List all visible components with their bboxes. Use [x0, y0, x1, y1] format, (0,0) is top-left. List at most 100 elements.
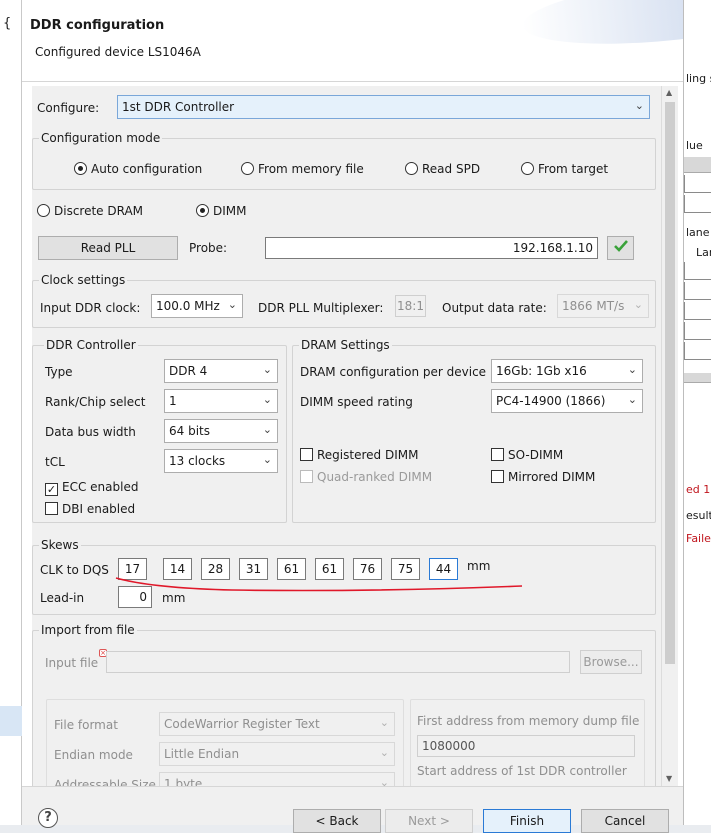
rank-chip-select[interactable]: 1 ⌄: [164, 389, 278, 413]
file-format-subgroup: File format CodeWarrior Register Text ⌄ E…: [46, 699, 404, 786]
dialog-subtitle: Configured device LS1046A: [35, 45, 201, 59]
tcl-label: tCL: [45, 455, 65, 469]
chevron-down-icon: ⌄: [634, 99, 644, 112]
tcl-select[interactable]: 13 clocks ⌄: [164, 449, 278, 473]
input-ddr-clock-value: 100.0 MHz: [156, 299, 220, 313]
dialog-footer: ? < Back Next > Finish Cancel: [22, 786, 683, 833]
radio-empty-icon: [241, 162, 254, 175]
bg-table-cell: [684, 302, 711, 320]
ddr-config-dialog: DDR configuration Configured device LS10…: [22, 0, 683, 833]
checkbox-empty-icon: [300, 448, 313, 461]
chevron-down-icon: ⌄: [627, 393, 637, 406]
type-select[interactable]: DDR 4 ⌄: [164, 359, 278, 383]
rank-chip-select-label: Rank/Chip select: [45, 395, 146, 409]
dimm-speed-rating-label: DIMM speed rating: [300, 395, 413, 409]
chevron-down-icon: ⌄: [262, 363, 272, 376]
import-from-file-group: Import from file Input file × Browse... …: [32, 623, 656, 786]
chevron-down-icon: ⌄: [379, 716, 389, 729]
import-from-file-title: Import from file: [39, 623, 137, 637]
radio-empty-icon: [405, 162, 418, 175]
input-ddr-clock-select[interactable]: 100.0 MHz ⌄: [151, 294, 243, 318]
config-mode-title: Configuration mode: [39, 131, 163, 145]
radio-discrete-dram[interactable]: Discrete DRAM: [37, 204, 143, 218]
ecc-enabled-checkbox[interactable]: ✓ ECC enabled: [45, 480, 138, 496]
bg-fragment-ling: ling s: [686, 72, 711, 85]
scroll-down-icon[interactable]: ▼: [666, 774, 672, 783]
chevron-down-icon: ⌄: [379, 746, 389, 759]
red-annotation-stroke: [115, 577, 523, 592]
bg-table-header: [684, 157, 711, 173]
data-bus-width-select[interactable]: 64 bits ⌄: [164, 419, 278, 443]
finish-button[interactable]: Finish: [483, 809, 571, 833]
bg-fragment-ed: ed 1 (: [686, 483, 711, 496]
output-data-rate-label: Output data rate:: [442, 301, 547, 315]
chevron-down-icon: ⌄: [262, 423, 272, 436]
addressable-size-label: Addressable Size: [54, 778, 156, 786]
radio-read-spd[interactable]: Read SPD: [405, 162, 480, 176]
vertical-scrollbar[interactable]: ▲ ▼: [661, 86, 678, 786]
clock-settings-group: Clock settings Input DDR clock: 100.0 MH…: [32, 273, 656, 328]
address-subgroup: First address from memory dump file 1080…: [410, 699, 645, 786]
so-dimm-checkbox[interactable]: SO-DIMM: [491, 448, 563, 462]
file-format-select: CodeWarrior Register Text ⌄: [159, 712, 395, 736]
radio-selected-icon: [74, 162, 87, 175]
bg-fragment-lar: Lar: [696, 246, 711, 259]
first-address-label: First address from memory dump file: [417, 714, 640, 728]
help-icon[interactable]: ?: [38, 808, 58, 828]
code-brace: {: [3, 16, 12, 31]
dialog-title: DDR configuration: [30, 18, 165, 33]
chevron-down-icon: ⌄: [627, 363, 637, 376]
dram-config-select[interactable]: 16Gb: 1Gb x16 ⌄: [491, 359, 643, 383]
probe-input[interactable]: 192.168.1.10: [265, 237, 598, 259]
radio-from-target[interactable]: From target: [521, 162, 608, 176]
scroll-thumb[interactable]: [665, 102, 675, 664]
ddr-pll-multiplexer-field: 18:1: [395, 295, 426, 317]
dimm-speed-rating-select[interactable]: PC4-14900 (1866) ⌄: [491, 389, 643, 413]
chevron-down-icon: ⌄: [262, 393, 272, 406]
radio-auto-configuration[interactable]: Auto configuration: [74, 162, 202, 176]
dram-config-label: DRAM configuration per device: [300, 365, 487, 379]
bg-fragment-failed: Failed: [686, 532, 711, 545]
radio-from-memory-file[interactable]: From memory file: [241, 162, 364, 176]
probe-ok-button[interactable]: [607, 236, 634, 260]
registered-dimm-checkbox[interactable]: Registered DIMM: [300, 448, 418, 462]
output-data-rate-select: 1866 MT/s ⌄: [557, 294, 649, 318]
bg-scrollbar: [684, 373, 711, 383]
input-ddr-clock-label: Input DDR clock:: [40, 301, 141, 315]
checkbox-empty-icon: [45, 502, 58, 515]
radio-empty-icon: [37, 204, 50, 217]
endian-mode-label: Endian mode: [54, 748, 133, 762]
mirrored-dimm-checkbox[interactable]: Mirrored DIMM: [491, 470, 595, 484]
configure-select[interactable]: 1st DDR Controller ⌄: [117, 95, 650, 119]
background-app-right: ling s lue lane Lar ed 1 ( esult Failed: [683, 0, 711, 825]
read-pll-button[interactable]: Read PLL: [38, 236, 178, 260]
chevron-down-icon: ⌄: [227, 298, 237, 311]
quad-ranked-dimm-checkbox: Quad-ranked DIMM: [300, 470, 432, 484]
ddr-pll-multiplexer-label: DDR PLL Multiplexer:: [258, 301, 384, 315]
clk-to-dqs-label: CLK to DQS: [40, 563, 109, 577]
chevron-down-icon: ⌄: [379, 776, 389, 786]
type-label: Type: [45, 365, 73, 379]
back-button[interactable]: < Back: [293, 809, 381, 833]
checkbox-empty-icon: [491, 448, 504, 461]
bg-fragment-lue: lue: [686, 139, 703, 152]
data-bus-width-label: Data bus width: [45, 425, 136, 439]
clock-settings-title: Clock settings: [39, 273, 128, 287]
bg-table-cell: [684, 322, 711, 340]
skews-title: Skews: [39, 538, 81, 552]
radio-empty-icon: [521, 162, 534, 175]
browse-button: Browse...: [580, 650, 642, 674]
bg-fragment-esult: esult: [686, 509, 711, 522]
radio-dimm[interactable]: DIMM: [196, 204, 247, 218]
checkmark-icon: [613, 240, 628, 252]
output-data-rate-value: 1866 MT/s: [562, 299, 625, 313]
dbi-enabled-checkbox[interactable]: DBI enabled: [45, 502, 135, 516]
first-address-field: 1080000: [417, 735, 635, 757]
scroll-up-icon[interactable]: ▲: [666, 88, 672, 97]
header-decoration: [519, 0, 683, 56]
checkbox-empty-icon: [300, 470, 313, 483]
start-address-label: Start address of 1st DDR controller: [417, 764, 627, 778]
next-button: Next >: [385, 809, 473, 833]
cancel-button[interactable]: Cancel: [581, 809, 669, 833]
dram-settings-title: DRAM Settings: [299, 338, 392, 352]
